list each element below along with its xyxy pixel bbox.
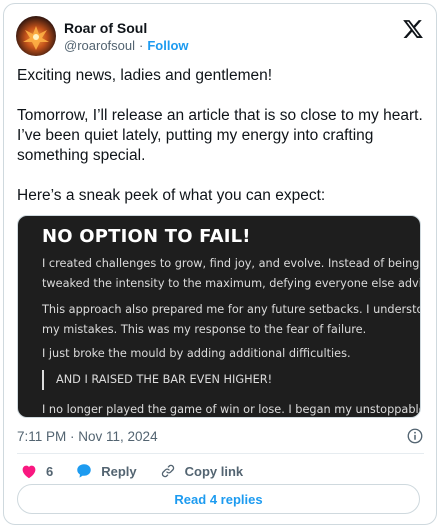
heart-icon bbox=[22, 465, 36, 479]
tweet-paragraph: Here’s a sneak peek of what you can expe… bbox=[17, 187, 326, 204]
media-image[interactable]: NO OPTION TO FAIL! I created challenges … bbox=[17, 215, 421, 418]
read-replies-button[interactable]: Read 4 replies bbox=[17, 484, 420, 514]
tweet-header: Roar of Soul @roarofsoul · Follow bbox=[16, 14, 424, 58]
separator-dot: · bbox=[139, 37, 144, 53]
author-handle[interactable]: @roarofsoul bbox=[64, 37, 135, 54]
tweet-embed-card: Roar of Soul @roarofsoul · Follow Exciti… bbox=[3, 3, 437, 525]
tweet-meta: 7:11 PM · Nov 11, 2024 bbox=[17, 424, 424, 448]
tweet-text: Exciting news, ladies and gentlemen! Tom… bbox=[17, 66, 427, 206]
avatar[interactable] bbox=[16, 16, 56, 56]
media-line: I created challenges to grow, find joy, … bbox=[42, 257, 421, 270]
divider bbox=[17, 453, 424, 454]
media-line: This approach also prepared me for any f… bbox=[42, 303, 421, 316]
reply-label: Reply bbox=[101, 463, 137, 479]
reply-button[interactable]: Reply bbox=[75, 462, 137, 480]
media-line: tweaked the intensity to the maximum, de… bbox=[42, 277, 421, 290]
media-line: my mistakes. This was my response to the… bbox=[42, 323, 367, 336]
like-button[interactable]: 6 bbox=[20, 462, 53, 480]
tweet-paragraph: Exciting news, ladies and gentlemen! bbox=[17, 67, 273, 84]
media-quote: AND I RAISED THE BAR EVEN HIGHER! bbox=[42, 370, 272, 390]
author-names: Roar of Soul @roarofsoul · Follow bbox=[64, 19, 189, 54]
x-logo-icon[interactable] bbox=[402, 18, 424, 40]
reply-bubble-icon bbox=[77, 464, 91, 478]
timestamp-link[interactable]: 7:11 PM · Nov 11, 2024 bbox=[17, 429, 158, 444]
media-title: NO OPTION TO FAIL! bbox=[42, 226, 251, 247]
copy-link-label: Copy link bbox=[184, 463, 244, 479]
tweet-paragraph: Tomorrow, I’ll release an article that i… bbox=[17, 107, 423, 164]
follow-link[interactable]: Follow bbox=[147, 37, 188, 54]
author-display-name[interactable]: Roar of Soul bbox=[64, 19, 189, 37]
phoenix-icon bbox=[23, 26, 49, 50]
info-icon[interactable] bbox=[406, 427, 424, 445]
handle-row: @roarofsoul · Follow bbox=[64, 37, 189, 54]
copy-link-button[interactable]: Copy link bbox=[159, 462, 244, 480]
media-line: I no longer played the game of win or lo… bbox=[42, 403, 421, 416]
action-bar: 6 Reply Copy link bbox=[20, 458, 265, 484]
read-replies-label: Read 4 replies bbox=[174, 491, 263, 507]
media-line: I just broke the mould by adding additio… bbox=[42, 347, 351, 360]
link-icon bbox=[161, 464, 174, 478]
like-count: 6 bbox=[46, 463, 54, 479]
